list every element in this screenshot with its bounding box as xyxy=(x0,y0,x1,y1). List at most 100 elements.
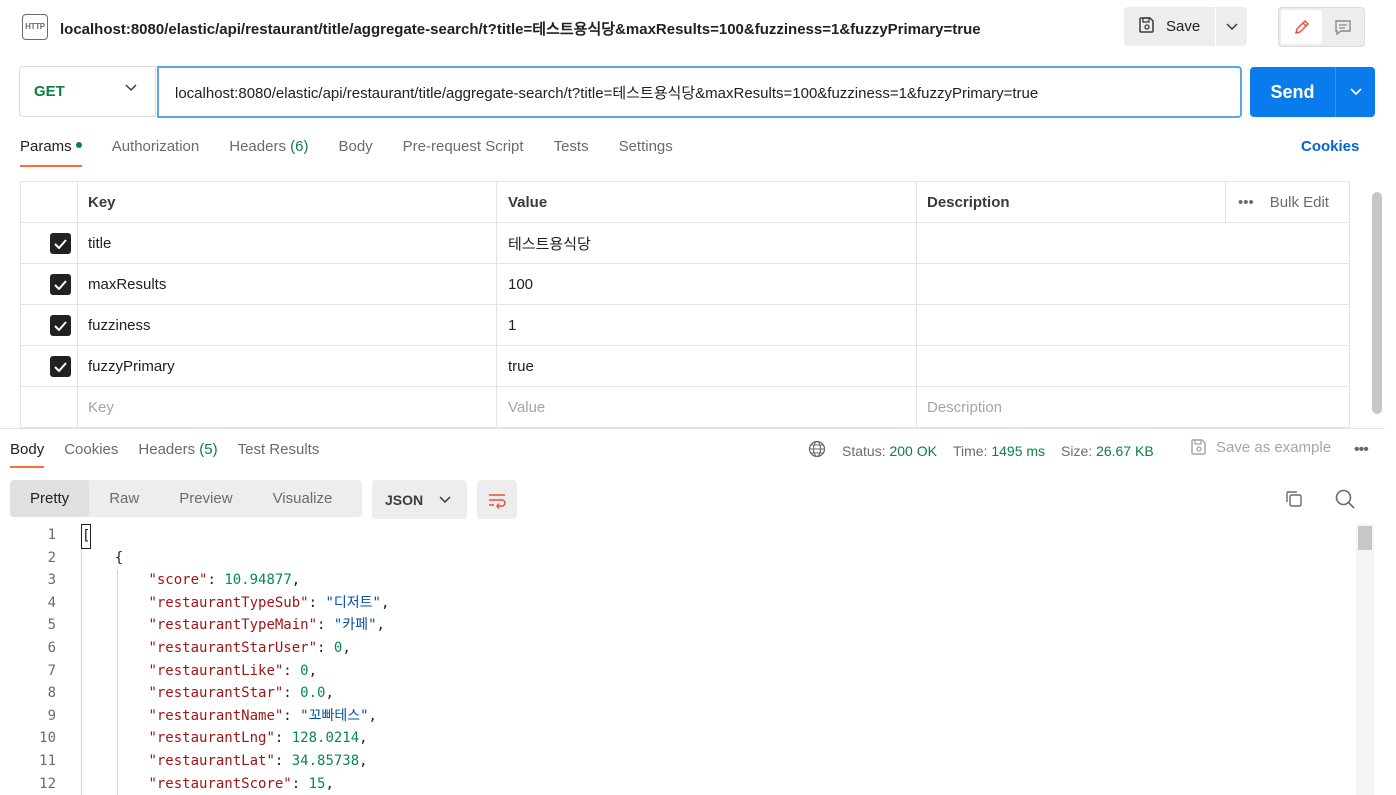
param-value[interactable]: 1 xyxy=(497,305,917,345)
param-description[interactable] xyxy=(917,223,1350,263)
param-key[interactable]: fuzzyPrimary xyxy=(78,346,497,386)
param-value[interactable]: true xyxy=(497,346,917,386)
code-line: 8 "restaurantStar": 0.0, xyxy=(47,685,334,702)
globe-icon[interactable] xyxy=(808,440,826,461)
tab-body[interactable]: Body xyxy=(338,138,372,168)
code-line: 5 "restaurantTypeMain": "카페", xyxy=(47,617,385,634)
code-line: 7 "restaurantLike": 0, xyxy=(47,662,318,679)
params-scrollbar[interactable] xyxy=(1372,192,1382,414)
tab-authorization[interactable]: Authorization xyxy=(112,138,200,168)
param-key[interactable]: title xyxy=(78,223,497,263)
tab-response-cookies[interactable]: Cookies xyxy=(64,441,118,458)
chevron-down-icon xyxy=(1225,22,1238,30)
tab-headers[interactable]: Headers (6) xyxy=(229,138,308,168)
method-label: GET xyxy=(34,83,65,100)
bulk-edit-button[interactable]: ••• Bulk Edit xyxy=(1225,182,1349,222)
params-header-row: Key Value Description ••• Bulk Edit xyxy=(20,182,1350,223)
chevron-down-icon xyxy=(125,84,137,92)
view-preview[interactable]: Preview xyxy=(159,480,252,517)
checkmark-icon xyxy=(54,279,67,290)
wrap-lines-button[interactable] xyxy=(477,480,517,519)
url-input[interactable]: localhost:8080/elastic/api/restaurant/ti… xyxy=(157,66,1242,118)
comment-mode-button[interactable] xyxy=(1323,10,1363,44)
param-value[interactable]: 테스트용식당 xyxy=(497,223,917,263)
param-enabled-checkbox[interactable] xyxy=(50,356,71,377)
tab-params[interactable]: Params xyxy=(20,138,82,168)
new-param-description-input[interactable]: Description xyxy=(917,387,1350,427)
save-as-example-button[interactable]: Save as example xyxy=(1190,438,1331,456)
http-request-icon: HTTP xyxy=(22,14,48,40)
tab-response-headers[interactable]: Headers (5) xyxy=(138,441,217,458)
param-enabled-checkbox[interactable] xyxy=(50,274,71,295)
param-value[interactable]: 100 xyxy=(497,264,917,304)
code-line: 1[ xyxy=(0,524,1356,549)
pencil-icon xyxy=(1294,19,1309,35)
response-size[interactable]: Size: 26.67 KB xyxy=(1061,443,1154,459)
send-options-button[interactable] xyxy=(1336,67,1375,117)
params-active-dot xyxy=(75,142,82,149)
save-label: Save xyxy=(1166,18,1201,35)
value-column-header: Value xyxy=(497,182,917,222)
view-pretty[interactable]: Pretty xyxy=(10,480,90,517)
param-placeholder-row: Key Value Description xyxy=(20,387,1350,428)
mode-toggle xyxy=(1278,7,1365,47)
save-icon xyxy=(1138,16,1156,38)
code-line: 10 "restaurantLng": 128.0214, xyxy=(39,730,368,747)
tab-settings[interactable]: Settings xyxy=(619,138,673,168)
code-line: 12 "restaurantScore": 15, xyxy=(39,775,334,792)
response-tabs: Body Cookies Headers (5) Test Results xyxy=(10,441,339,468)
param-description[interactable] xyxy=(917,305,1350,345)
description-column-header: Description ••• Bulk Edit xyxy=(917,182,1350,222)
search-icon[interactable] xyxy=(1334,488,1356,513)
response-meta: Status: 200 OK Time: 1495 ms Size: 26.67… xyxy=(808,440,1170,461)
checkmark-icon xyxy=(54,361,67,372)
response-time[interactable]: Time: 1495 ms xyxy=(953,443,1045,459)
cookies-link[interactable]: Cookies xyxy=(1301,138,1359,155)
tab-test-results[interactable]: Test Results xyxy=(238,441,320,458)
pane-divider[interactable] xyxy=(0,428,1385,429)
code-scrollbar[interactable] xyxy=(1356,524,1374,795)
tab-tests[interactable]: Tests xyxy=(554,138,589,168)
send-button[interactable]: Send xyxy=(1250,67,1335,117)
code-line: 2 { xyxy=(47,549,124,566)
response-headers-count: (5) xyxy=(199,441,218,458)
wrap-lines-icon xyxy=(489,493,506,509)
more-options-icon[interactable]: ••• xyxy=(1354,441,1369,459)
code-line: 11 "restaurantLat": 34.85738, xyxy=(39,752,368,769)
chevron-down-icon xyxy=(439,495,451,503)
param-enabled-checkbox[interactable] xyxy=(50,233,71,254)
key-column-header: Key xyxy=(78,182,497,222)
checkmark-icon xyxy=(54,320,67,331)
param-description[interactable] xyxy=(917,346,1350,386)
response-code-viewer[interactable]: 1[ 2 { 3 "score": 10.94877, 4 "restauran… xyxy=(0,524,1356,795)
checkbox-column-header xyxy=(20,182,78,222)
code-scrollbar-thumb[interactable] xyxy=(1358,526,1372,550)
param-key[interactable]: fuzziness xyxy=(78,305,497,345)
view-visualize[interactable]: Visualize xyxy=(253,480,353,517)
tab-prerequest-script[interactable]: Pre-request Script xyxy=(403,138,524,168)
method-select[interactable]: GET xyxy=(19,66,156,117)
param-key[interactable]: maxResults xyxy=(78,264,497,304)
code-line: 4 "restaurantTypeSub": "디저트", xyxy=(47,594,390,611)
param-row: maxResults 100 xyxy=(20,264,1350,305)
format-select[interactable]: JSON xyxy=(372,480,467,519)
code-line: 9 "restaurantName": "꼬빠테스", xyxy=(47,707,377,724)
param-row: fuzziness 1 xyxy=(20,305,1350,346)
param-enabled-checkbox[interactable] xyxy=(50,315,71,336)
param-row: fuzzyPrimary true xyxy=(20,346,1350,387)
edit-mode-button[interactable] xyxy=(1281,10,1322,44)
view-raw[interactable]: Raw xyxy=(89,480,159,517)
response-view-tabs: Pretty Raw Preview Visualize xyxy=(10,480,362,517)
request-title[interactable]: localhost:8080/elastic/api/restaurant/ti… xyxy=(60,18,981,39)
request-header: HTTP localhost:8080/elastic/api/restaura… xyxy=(0,0,1396,56)
response-status[interactable]: Status: 200 OK xyxy=(842,443,937,459)
param-description[interactable] xyxy=(917,264,1350,304)
save-options-button[interactable] xyxy=(1216,7,1247,46)
param-row: title 테스트용식당 xyxy=(20,223,1350,264)
new-param-value-input[interactable]: Value xyxy=(497,387,917,427)
request-tabs: Params Authorization Headers (6) Body Pr… xyxy=(20,138,703,168)
copy-icon[interactable] xyxy=(1284,489,1304,512)
tab-response-body[interactable]: Body xyxy=(10,441,45,468)
save-button[interactable]: Save xyxy=(1124,7,1215,46)
new-param-key-input[interactable]: Key xyxy=(78,387,497,427)
